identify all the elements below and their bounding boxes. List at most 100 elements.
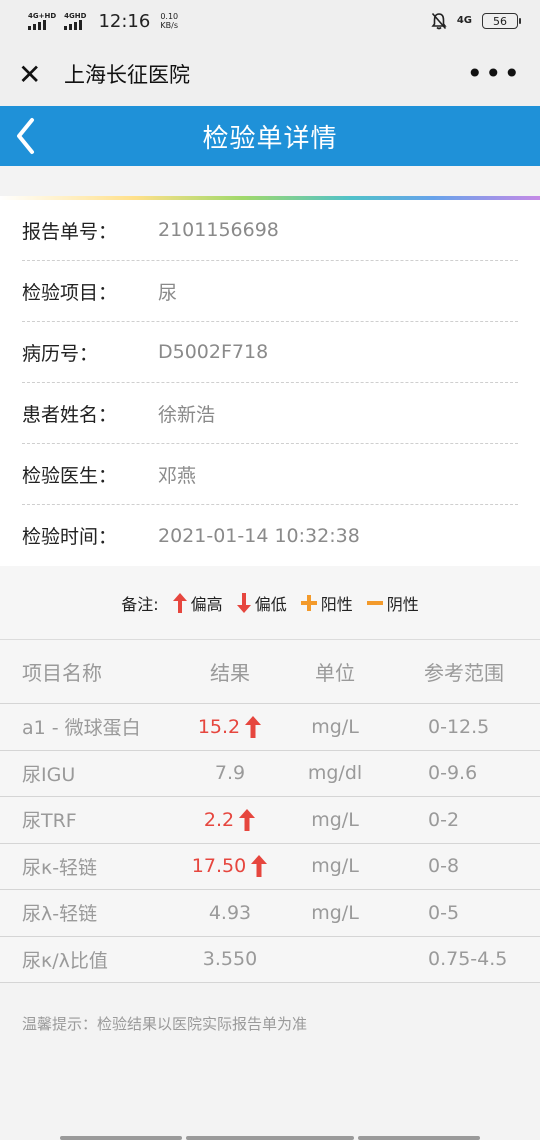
- info-value: 邓燕: [158, 464, 197, 487]
- info-value: 徐新浩: [158, 403, 216, 426]
- cell-name: 尿λ-轻链: [22, 903, 98, 926]
- cell-unit: mg/L: [311, 901, 359, 924]
- app-title: 上海长征医院: [64, 63, 190, 87]
- legend-positive: 阳性: [299, 591, 353, 615]
- table-row: 尿κ-轻链 17.50 mg/L 0-8: [0, 844, 540, 890]
- table-row: 尿IGU 7.9 mg/dl 0-9.6: [0, 751, 540, 797]
- cell-name: 尿TRF: [22, 810, 77, 833]
- minus-icon: [366, 600, 383, 605]
- report-info: 报告单号： 2101156698 检验项目： 尿病历号： D5002F718 患者姓名： 徐…: [0, 200, 540, 566]
- info-label: 报告单号：: [22, 220, 118, 243]
- result-value: 3.550: [202, 948, 258, 971]
- result-value: 7.9: [214, 762, 246, 785]
- info-value: 尿: [158, 281, 178, 304]
- cell-name: 尿IGU: [22, 763, 76, 786]
- close-icon[interactable]: ✕: [18, 58, 48, 91]
- cell-result: 3.550: [170, 948, 290, 970]
- table-row: 尿TRF 2.2 mg/L 0-2: [0, 797, 540, 844]
- result-value: 15.2: [197, 715, 241, 738]
- battery-icon: 56: [482, 13, 521, 29]
- bottom-indicator: [0, 1136, 540, 1140]
- back-icon[interactable]: [14, 116, 38, 156]
- cell-name: a1 - 微球蛋白: [22, 717, 141, 740]
- info-row: 检验项目： 尿: [22, 261, 518, 322]
- signal-3: 4G: [456, 15, 472, 26]
- network-type-3: 4G: [456, 15, 472, 26]
- legend-high: 偏高: [171, 591, 223, 615]
- cell-result: 15.2: [170, 714, 290, 740]
- arrow-down-icon: [236, 592, 251, 613]
- network-type-1: 4G+HD: [28, 12, 57, 20]
- cell-unit: mg/L: [311, 855, 359, 878]
- title-bar: ✕ 上海长征医院 •••: [0, 42, 540, 106]
- cell-ref: 0-8: [428, 855, 460, 878]
- legend-negative-label: 阴性: [386, 594, 419, 614]
- network-speed: 0.10 KB/s: [160, 12, 178, 30]
- more-icon[interactable]: •••: [466, 60, 522, 88]
- mute-bell-icon: [431, 12, 447, 30]
- info-row: 检验时间： 2021-01-14 10:32:38: [22, 505, 518, 566]
- battery-level: 56: [493, 14, 507, 28]
- arrow-up-icon: [172, 592, 187, 613]
- speed-unit: KB/s: [160, 21, 179, 30]
- cell-result: 4.93: [170, 902, 290, 924]
- result-value: 2.2: [203, 808, 235, 831]
- cell-name: 尿κ-轻链: [22, 856, 98, 879]
- info-label: 患者姓名：: [22, 403, 118, 426]
- info-label: 病历号：: [22, 342, 99, 365]
- cell-ref: 0-5: [428, 901, 460, 924]
- cell-result: 2.2: [170, 807, 290, 833]
- page-header: 检验单详情: [0, 106, 540, 166]
- tip-text: 温馨提示：检验结果以医院实际报告单为准: [0, 983, 540, 1064]
- bottom-indicator-bar: [186, 1136, 354, 1140]
- col-header-result: 结果: [210, 661, 250, 685]
- legend-high-label: 偏高: [190, 594, 223, 614]
- cell-ref: 0-12.5: [428, 715, 490, 738]
- col-header-ref: 参考范围: [424, 661, 504, 685]
- legend-positive-label: 阳性: [320, 594, 353, 614]
- bottom-indicator-bar: [60, 1136, 182, 1140]
- signal-2: 4GHD: [64, 12, 86, 30]
- table-header: 项目名称 结果 单位 参考范围: [0, 640, 540, 704]
- legend-low-label: 偏低: [254, 594, 287, 614]
- info-row: 患者姓名： 徐新浩: [22, 383, 518, 444]
- legend-negative: 阴性: [365, 591, 419, 615]
- cell-ref: 0-9.6: [428, 762, 478, 785]
- table-row: 尿λ-轻链 4.93 mg/L 0-5: [0, 890, 540, 937]
- info-row: 检验医生： 邓燕: [22, 444, 518, 505]
- speed-value: 0.10: [160, 12, 179, 21]
- plus-icon: [300, 594, 317, 611]
- status-bar: 4G+HD 4GHD 12:16 0.10 KB/s 4G 56: [0, 0, 540, 42]
- col-header-name: 项目名称: [22, 661, 102, 685]
- results-table: 项目名称 结果 单位 参考范围 a1 - 微球蛋白 15.2 mg/L 0-12.5 尿…: [0, 640, 540, 983]
- cell-unit: mg/L: [311, 808, 359, 831]
- info-value: 2101156698: [158, 219, 279, 241]
- info-value: D5002F718: [158, 341, 269, 363]
- arrow-up-icon: [245, 715, 262, 738]
- info-value: 2021-01-14 10:32:38: [158, 524, 360, 547]
- spacer: [0, 166, 540, 196]
- arrow-up-icon: [251, 855, 268, 878]
- cell-unit: mg/dl: [307, 762, 363, 785]
- result-value: 17.50: [191, 855, 247, 878]
- cell-ref: 0-2: [428, 808, 460, 831]
- arrow-up-icon: [239, 808, 256, 831]
- page-title: 检验单详情: [202, 123, 338, 154]
- table-body: a1 - 微球蛋白 15.2 mg/L 0-12.5 尿IGU 7.9 mg/dl 0-9.6…: [0, 704, 540, 983]
- cell-result: 7.9: [170, 762, 290, 784]
- info-label: 检验时间：: [22, 526, 118, 548]
- signal-bars-icon: [28, 20, 56, 30]
- cell-name: 尿κ/λ比值: [22, 949, 108, 972]
- network-type-2: 4GHD: [64, 12, 87, 20]
- result-value: 4.93: [208, 901, 252, 924]
- info-row: 病历号： D5002F718: [22, 322, 518, 383]
- bottom-indicator-bar: [358, 1136, 480, 1140]
- legend-low: 偏低: [235, 591, 287, 615]
- col-header-unit: 单位: [315, 661, 355, 685]
- info-row: 报告单号： 2101156698: [22, 200, 518, 261]
- legend-prefix: 备注:: [121, 594, 159, 614]
- signal-bars-icon: [64, 20, 86, 30]
- legend: 备注: 偏高 偏低 阳性 阴性: [0, 566, 540, 640]
- cell-unit: mg/L: [311, 715, 359, 738]
- clock: 12:16: [98, 10, 151, 32]
